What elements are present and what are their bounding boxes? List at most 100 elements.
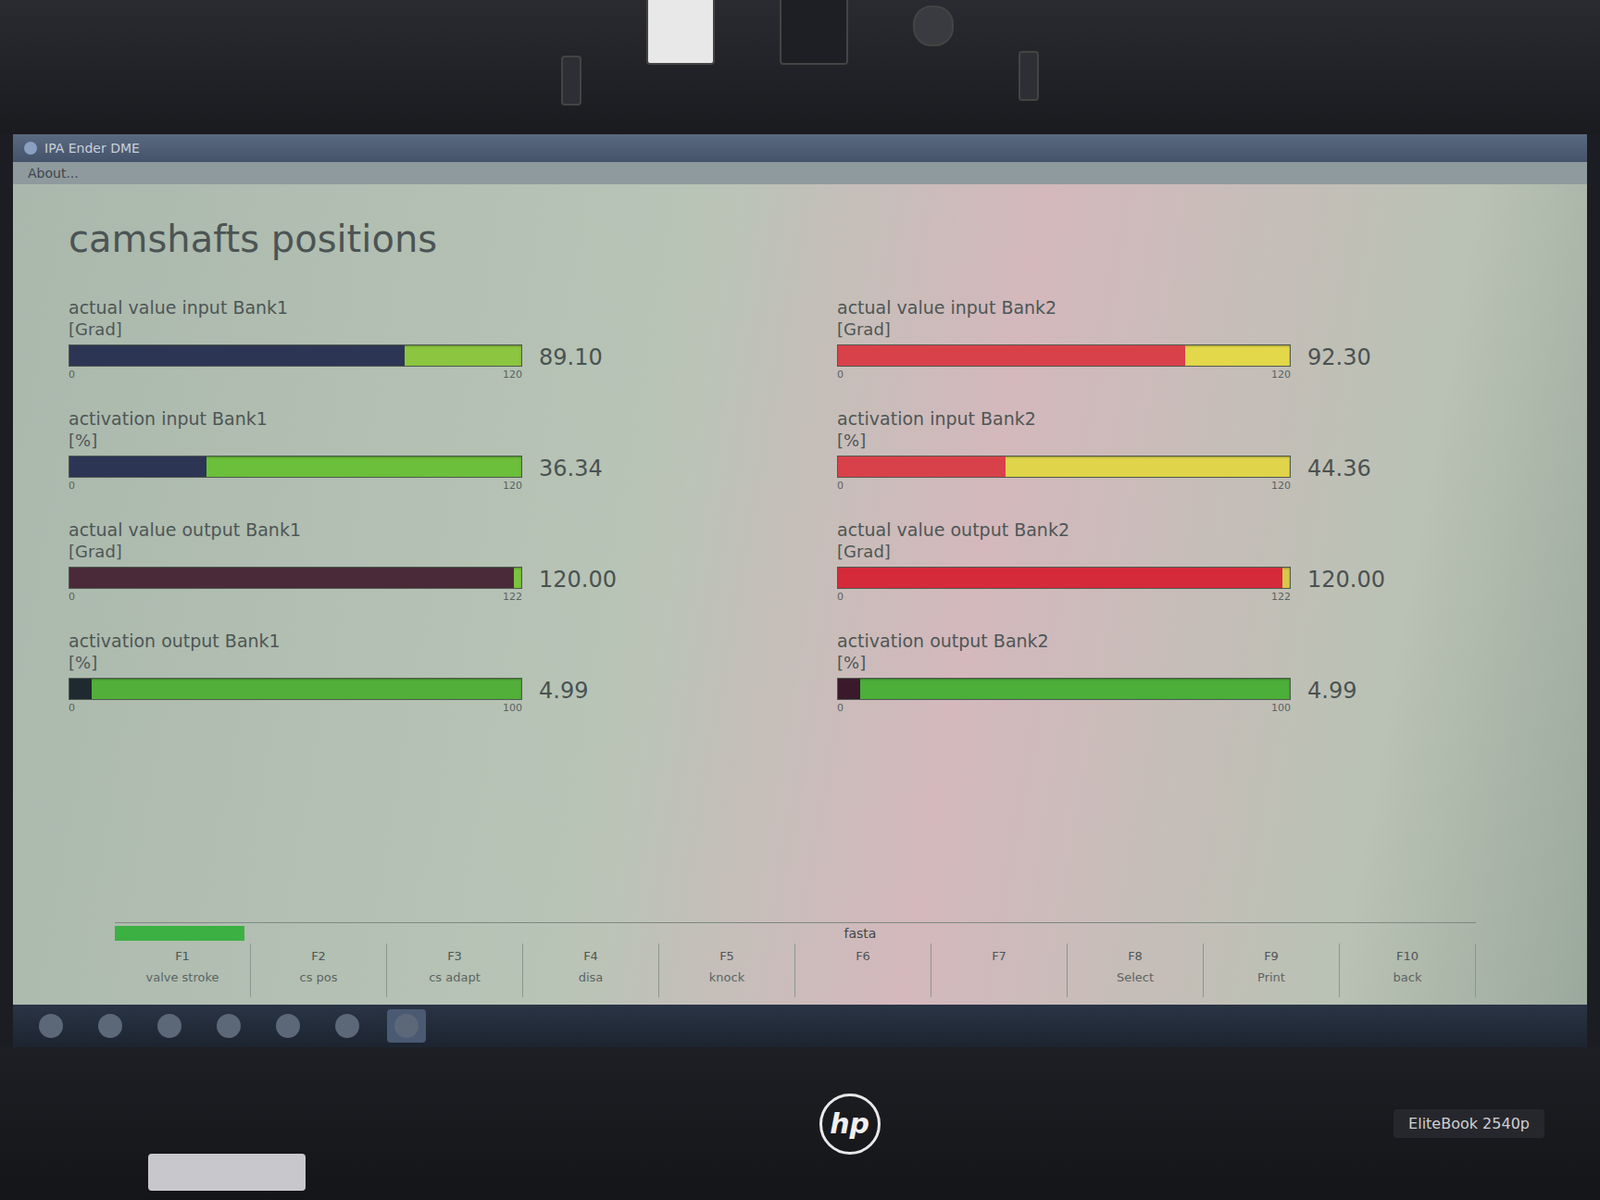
scale-min: 0 [68, 701, 75, 714]
key-label: valve stroke [145, 970, 219, 985]
app-icon [216, 1013, 241, 1038]
key-name: F5 [719, 949, 735, 963]
gauge-value: 4.99 [1307, 677, 1391, 704]
function-keys: F1valve strokeF2cs posF3cs adaptF4disaF5… [114, 943, 1476, 998]
key-name: F4 [583, 949, 599, 963]
gauge: activation output Bank1[%]01004.99 [68, 630, 763, 714]
bar-scale: 0120 [68, 479, 523, 492]
taskbar-item[interactable] [209, 1009, 249, 1043]
app-icon [275, 1013, 300, 1038]
bar-track [68, 344, 523, 367]
bar-row: 012044.36 [837, 455, 1532, 492]
function-key[interactable]: F4disa [523, 943, 660, 998]
status-indicator [114, 925, 245, 941]
scale-min: 0 [837, 368, 844, 381]
gauge-value: 36.34 [538, 455, 623, 482]
scale-max: 120 [1271, 368, 1291, 381]
hinge [148, 1153, 306, 1191]
bar-row: 0120 36.34 [68, 455, 763, 492]
key-label: cs adapt [428, 970, 481, 985]
function-key[interactable]: F9Print [1203, 943, 1340, 998]
taskbar-item[interactable] [90, 1009, 130, 1043]
status-row: fasta [114, 922, 1476, 944]
app-icon [24, 141, 38, 155]
function-key[interactable]: F6 [795, 943, 932, 998]
scale-max: 120 [1271, 479, 1291, 492]
scale-max: 100 [1271, 701, 1291, 714]
key-name: F10 [1396, 949, 1419, 963]
bar-block: 0 120 [837, 455, 1291, 492]
key-label: knock [709, 970, 745, 985]
bar-fill [837, 567, 1283, 588]
key-name: F1 [175, 949, 190, 963]
function-key[interactable]: F7 [931, 943, 1068, 998]
key-name: F6 [855, 949, 871, 963]
camera-icon [912, 5, 954, 47]
bar-track [68, 455, 523, 478]
model-badge: EliteBook 2540p [1393, 1109, 1545, 1138]
gauge-value: 92.30 [1307, 344, 1391, 371]
bar-fill [837, 678, 861, 700]
bar-fill [837, 345, 1186, 366]
taskbar-item[interactable] [387, 1009, 426, 1043]
title-bar: IPA Ender DME [12, 134, 1588, 163]
menu-item[interactable]: About... [27, 165, 79, 181]
bar-fill [837, 456, 1006, 477]
status-label: fasta [244, 925, 1476, 941]
taskbar-item[interactable] [150, 1009, 189, 1043]
app-icon [98, 1013, 123, 1038]
screen: IPA Ender DME About... camshafts positions… [12, 134, 1588, 1048]
bar-scale: 0100 [68, 701, 523, 714]
bar-block: 0100 [837, 677, 1291, 714]
function-key[interactable]: F3 cs adapt [387, 943, 524, 998]
bar-row: 0 120 92.30 [837, 344, 1532, 381]
key-label: cs pos [299, 970, 338, 985]
gauge-unit: [%] [837, 652, 1532, 673]
scale-min: 0 [68, 368, 75, 381]
scale-max: 122 [1271, 590, 1291, 603]
gauge-label: activation input Bank2 [837, 408, 1532, 429]
gauge-unit: [%] [68, 430, 763, 450]
taskbar [12, 1004, 1588, 1048]
page-heading: camshafts positions [68, 217, 1532, 261]
gauge-label: activation input Bank1 [68, 408, 763, 429]
taskbar-item[interactable] [31, 1009, 71, 1043]
bar-block: 0 120 [68, 344, 523, 381]
bar-row: 0122120.00 [837, 566, 1532, 603]
function-key[interactable]: F2cs pos [250, 943, 388, 998]
bar-block: 0100 [68, 677, 523, 714]
gauge-unit: [Grad] [68, 319, 763, 339]
taskbar-item[interactable] [268, 1009, 308, 1043]
key-name: F7 [991, 949, 1007, 963]
gauge: actual value input Bank1[Grad]012089.10 [68, 297, 763, 381]
key-name: F8 [1127, 949, 1143, 963]
gauge: activation input Bank1[%] 0120 36.34 [68, 408, 763, 492]
scale-max: 122 [502, 590, 523, 603]
function-key[interactable]: F8Select [1067, 943, 1204, 998]
bar-block: 0 122 [837, 566, 1291, 603]
gauge-unit: [%] [837, 430, 1532, 450]
key-name: F3 [447, 949, 463, 963]
function-key[interactable]: F5 knock [659, 943, 796, 998]
function-key[interactable]: F10back [1339, 943, 1476, 998]
laptop: IPA Ender DME About... camshafts positions… [0, 0, 1600, 1200]
gauge-value: 4.99 [538, 677, 623, 704]
bar-fill [69, 345, 405, 366]
scale-min: 0 [837, 479, 844, 492]
scale-min: 0 [837, 590, 844, 603]
gauge-unit: [Grad] [68, 541, 763, 562]
taskbar-item[interactable] [327, 1009, 367, 1043]
bar-scale: 0 120 [837, 368, 1291, 381]
menu-bar: About... [12, 162, 1588, 185]
app-icon [335, 1013, 360, 1038]
bar-block: 0 120 [837, 344, 1291, 381]
gauge-label: actual value output Bank2 [837, 519, 1532, 540]
gauge-label: actual value input Bank1 [68, 297, 763, 318]
bar-fill [69, 456, 207, 477]
app-icon [157, 1013, 182, 1038]
bar-block: 0122 [68, 566, 523, 603]
bar-block: 0120 [68, 455, 523, 492]
scale-max: 120 [502, 368, 523, 381]
gauge: activation input Bank2[%]012044.36 [837, 408, 1532, 492]
function-key[interactable]: F1 valve stroke [114, 943, 251, 998]
